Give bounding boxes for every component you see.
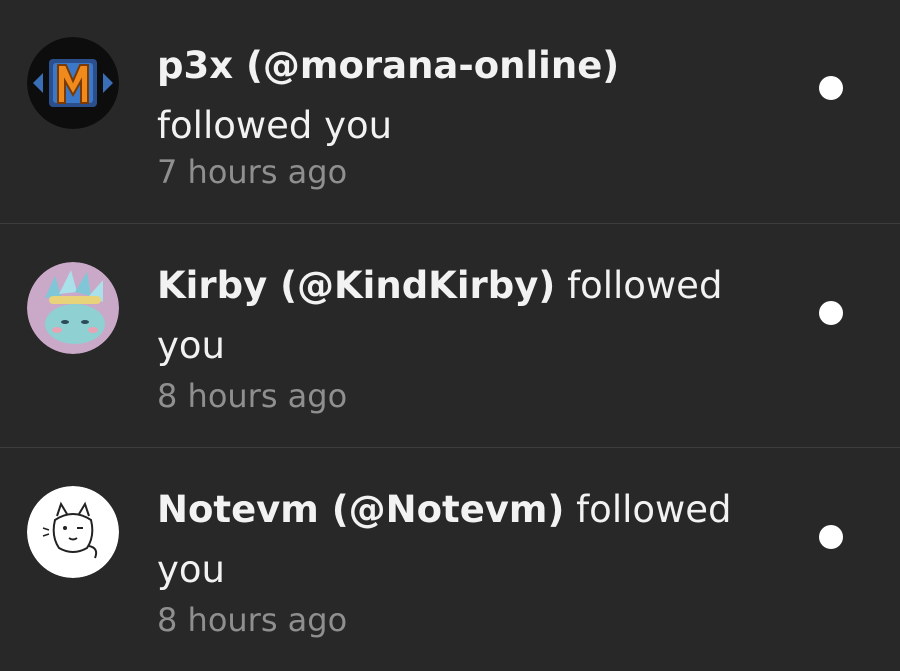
notification-item[interactable]: p3x (@morana-online) followed you 7 hour… <box>0 0 900 224</box>
unread-dot[interactable] <box>819 525 843 549</box>
notification-text: Notevm (@Notevm) followed you <box>157 480 777 600</box>
timestamp: 7 hours ago <box>157 153 348 191</box>
user-name-link[interactable]: Notevm (@Notevm) <box>157 488 564 531</box>
notification-item[interactable]: Notevm (@Notevm) followed you 8 hours ag… <box>0 448 900 671</box>
morana-logo-icon <box>27 37 119 129</box>
kirby-crystal-icon <box>27 262 119 354</box>
notification-action: followed you <box>157 104 393 147</box>
avatar[interactable] <box>27 262 119 354</box>
unread-dot[interactable] <box>819 76 843 100</box>
user-name-link[interactable]: p3x (@morana-online) <box>157 44 619 87</box>
unread-dot[interactable] <box>819 301 843 325</box>
notification-list: p3x (@morana-online) followed you 7 hour… <box>0 0 900 671</box>
user-name-link[interactable]: Kirby (@KindKirby) <box>157 264 555 307</box>
avatar[interactable] <box>27 37 119 129</box>
avatar[interactable] <box>27 486 119 578</box>
cat-sketch-icon <box>27 486 119 578</box>
notification-text: p3x (@morana-online) followed you <box>157 36 777 156</box>
timestamp: 8 hours ago <box>157 377 348 415</box>
timestamp: 8 hours ago <box>157 601 348 639</box>
notification-item[interactable]: Kirby (@KindKirby) followed you 8 hours … <box>0 224 900 448</box>
notification-text: Kirby (@KindKirby) followed you <box>157 256 777 376</box>
